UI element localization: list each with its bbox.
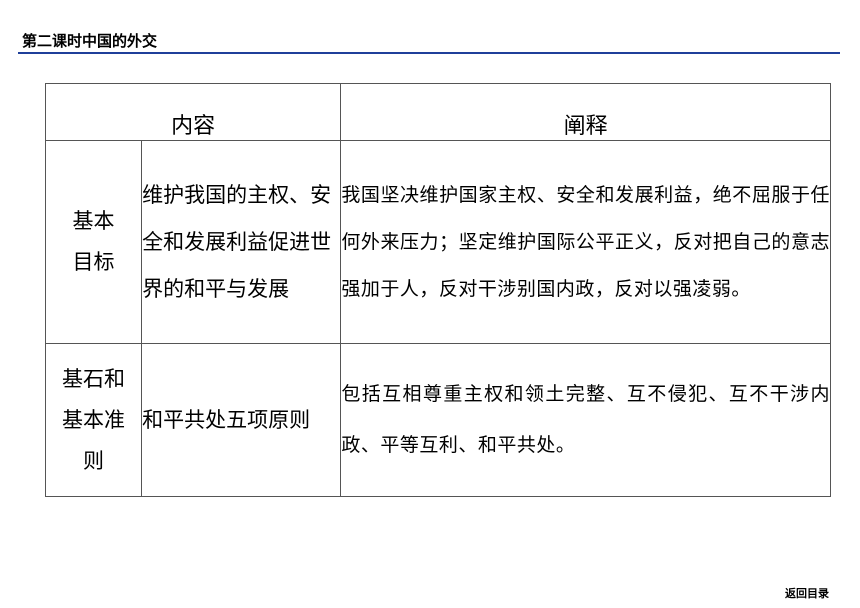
row-content: 维护我国的主权、安全和发展利益促进世界的和平与发展: [141, 140, 342, 344]
table-row: 基石和 基本准 则 和平共处五项原则 包括互相尊重主权和领土完整、互不侵犯、互不…: [44, 343, 831, 497]
table-header-row: 内容 阐释: [44, 83, 831, 141]
row-category: 基本 目标: [44, 140, 143, 344]
row-explain: 包括互相尊重主权和领土完整、互不侵犯、互不干涉内政、平等互利、和平共处。: [340, 343, 831, 497]
header-divider: [18, 52, 840, 54]
row-explain: 我国坚决维护国家主权、安全和发展利益，绝不屈服于任何外来压力；坚定维护国际公平正…: [340, 140, 831, 344]
row-content: 和平共处五项原则: [141, 343, 342, 497]
table-row: 基本 目标 维护我国的主权、安全和发展利益促进世界的和平与发展 我国坚决维护国家…: [44, 140, 831, 344]
category-line: 则: [83, 448, 105, 473]
column-header-explain: 阐释: [340, 83, 831, 141]
category-line: 基石和: [62, 366, 126, 391]
category-line: 基本准: [62, 407, 126, 432]
content-table: 内容 阐释 基本 目标 维护我国的主权、安全和发展利益促进世界的和平与发展 我国…: [44, 83, 831, 497]
row-category: 基石和 基本准 则: [44, 343, 143, 497]
category-line: 目标: [72, 250, 115, 274]
back-to-contents-link[interactable]: 返回目录: [785, 585, 829, 601]
page-title: 第二课时中国的外交: [22, 32, 158, 50]
column-header-content: 内容: [44, 83, 342, 141]
category-line: 基本: [72, 209, 115, 233]
